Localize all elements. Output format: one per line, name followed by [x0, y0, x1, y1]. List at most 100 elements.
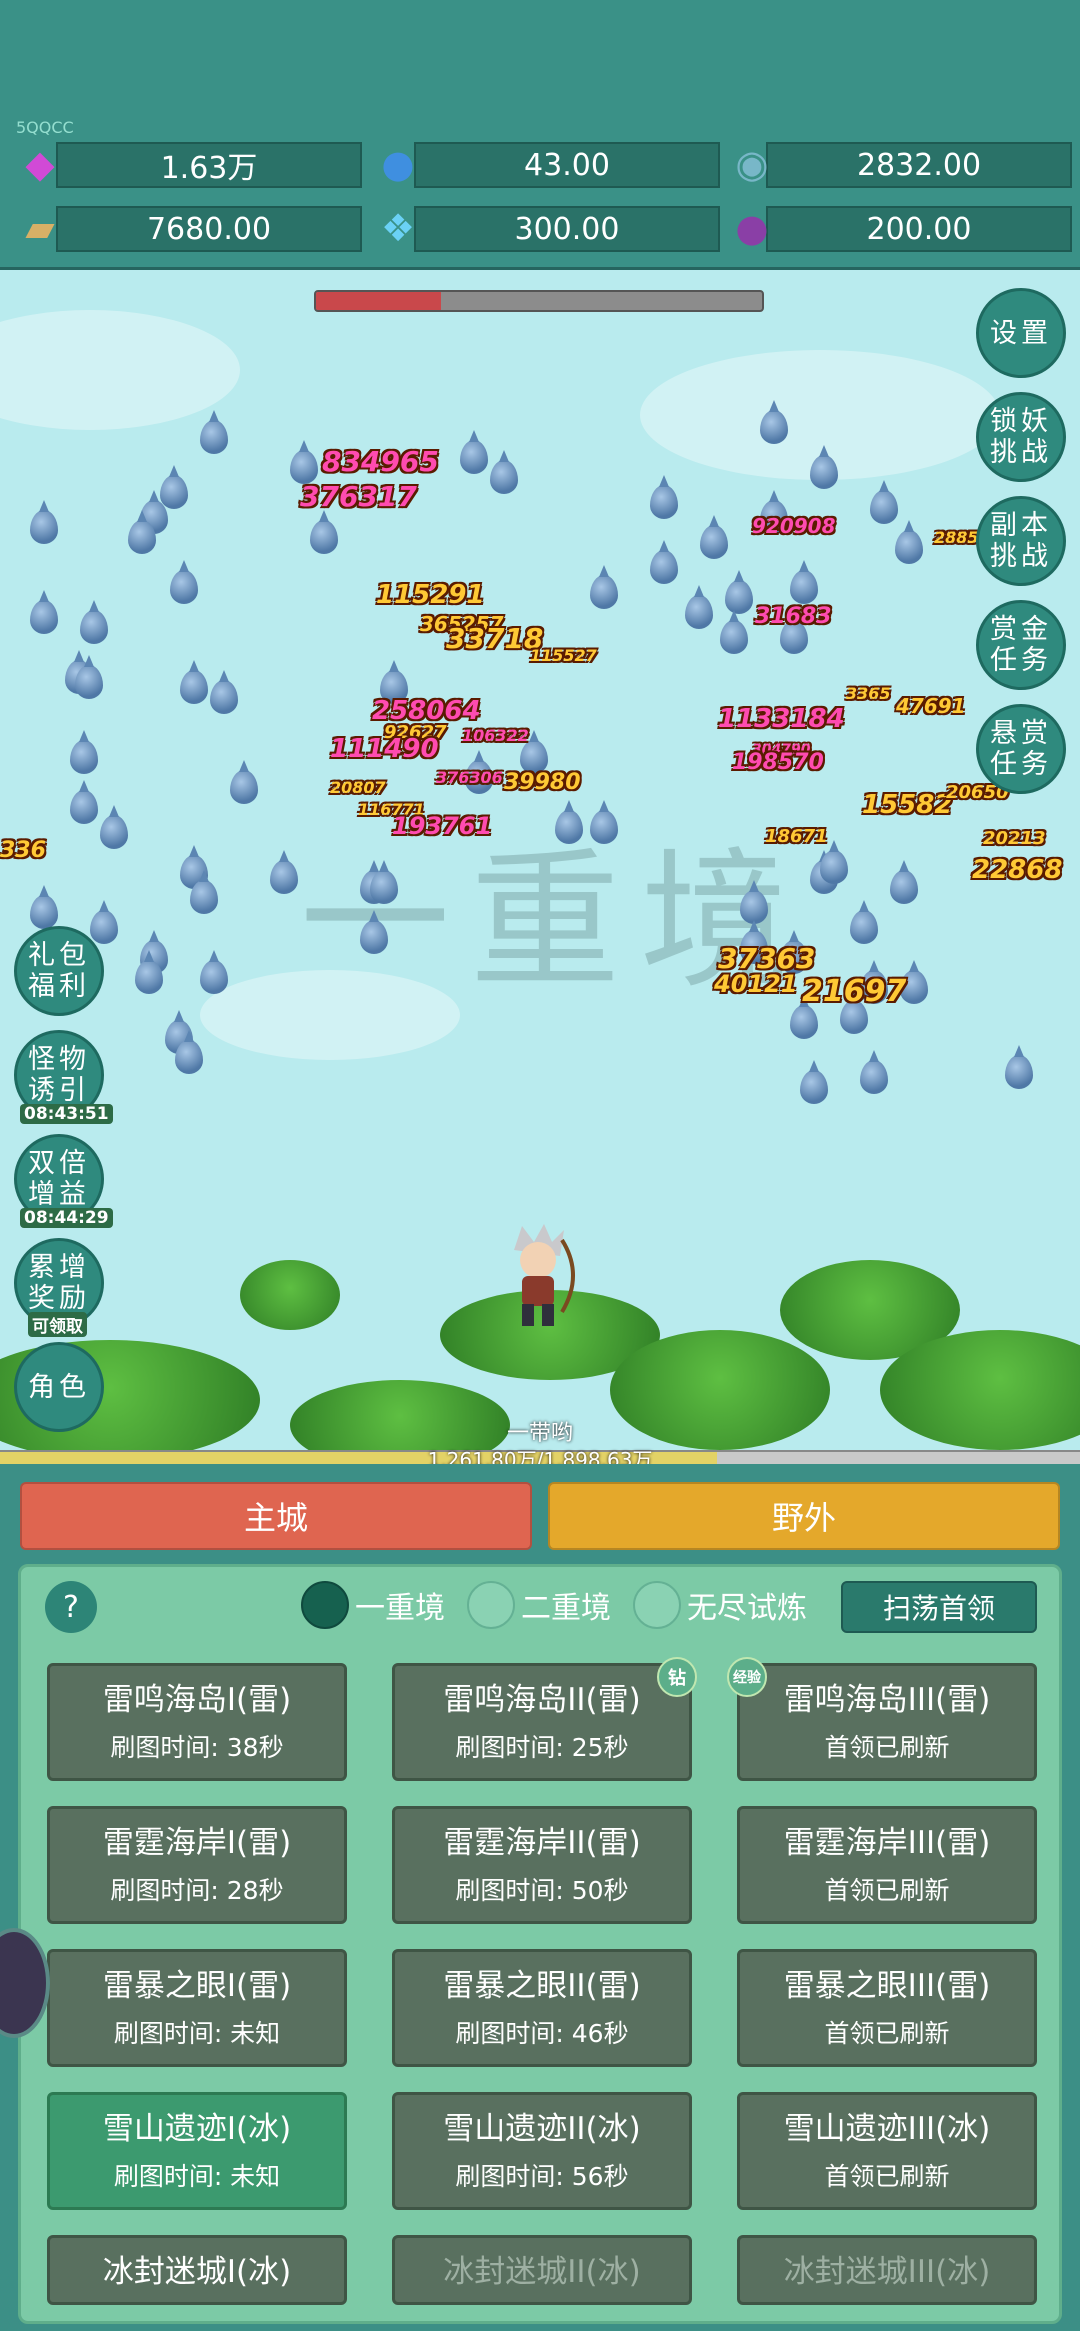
tab-main-city[interactable]: 主城: [20, 1482, 532, 1550]
stage-card[interactable]: 雷霆海岸I(雷) 刷图时间: 28秒: [47, 1806, 347, 1924]
stage-title: 雷暴之眼II(雷): [443, 1968, 641, 2004]
stage-card[interactable]: 雷暴之眼III(雷) 首领已刷新: [737, 1949, 1037, 2067]
settings-button[interactable]: 设置: [976, 288, 1066, 378]
monster-lure-timer: 08:43:51: [20, 1104, 113, 1124]
damage-number: 336: [0, 838, 46, 863]
stage-card[interactable]: 雷鸣海岛I(雷) 刷图时间: 38秒: [47, 1663, 347, 1781]
scroll-counter: 7680.00: [56, 206, 362, 252]
stage-title: 雪山遗迹II(冰): [443, 2111, 641, 2147]
stage-detail: 刷图时间: 25秒: [455, 1733, 629, 1762]
pouch-value: 200.00: [866, 211, 972, 247]
water-drop-monster: [100, 805, 128, 849]
ice-value: 300.00: [514, 211, 620, 247]
help-button[interactable]: ?: [45, 1581, 97, 1633]
water-drop-monster: [555, 800, 583, 844]
purple-gem-icon: ◆: [25, 142, 55, 186]
water-drop-monster: [230, 760, 258, 804]
tab-wild[interactable]: 野外: [548, 1482, 1060, 1550]
water-drop-monster: [895, 520, 923, 564]
stage-detail: 首领已刷新: [824, 2162, 950, 2191]
stage-card[interactable]: 雷霆海岸II(雷) 刷图时间: 50秒: [392, 1806, 692, 1924]
water-drop-monster: [175, 1030, 203, 1074]
damage-number: 20807: [330, 778, 386, 797]
dungeon-challenge-button[interactable]: 副本 挑战: [976, 496, 1066, 586]
sweep-boss-button[interactable]: 扫荡首领: [841, 1581, 1037, 1633]
water-drop-monster: [310, 510, 338, 554]
damage-number: 40121: [714, 970, 798, 998]
stage-detail: 首领已刷新: [824, 1733, 950, 1762]
water-drop-monster: [160, 465, 188, 509]
damage-number: 920908: [752, 514, 836, 538]
realm-option-3[interactable]: 无尽试炼: [633, 1579, 807, 1631]
water-drop-monster: [760, 400, 788, 444]
stage-title: 冰封迷城I(冰): [102, 2254, 292, 2290]
damage-number: 2885: [934, 528, 979, 547]
water-drop-monster: [860, 1050, 888, 1094]
realm-option-1[interactable]: 一重境: [301, 1579, 445, 1631]
stage-title: 雷鸣海岛III(雷): [783, 1682, 991, 1718]
stage-title: 雷鸣海岛II(雷): [443, 1682, 641, 1718]
stage-card[interactable]: 雷暴之眼II(雷) 刷图时间: 46秒: [392, 1949, 692, 2067]
bush: [610, 1330, 830, 1450]
damage-number: 21697: [802, 974, 907, 1009]
blue-orb-icon: ●: [381, 142, 415, 186]
gem-value: 1.63万: [160, 151, 258, 186]
diamond-badge: 钻: [657, 1657, 697, 1697]
stage-card[interactable]: 雷鸣海岛II(雷) 刷图时间: 25秒: [392, 1663, 692, 1781]
water-drop-monster: [720, 610, 748, 654]
stage-card[interactable]: 冰封迷城II(冰): [392, 2235, 692, 2305]
crystal-counter: 2832.00: [766, 142, 1072, 188]
stage-detail: 刷图时间: 56秒: [455, 2162, 629, 2191]
main-tabs: 主城 野外: [0, 1464, 1080, 1564]
stage-card[interactable]: 雷鸣海岛III(雷) 首领已刷新: [737, 1663, 1037, 1781]
water-drop-monster: [370, 860, 398, 904]
stage-detail: 刷图时间: 28秒: [110, 1876, 284, 1905]
water-drop-monster: [800, 1060, 828, 1104]
stage-card[interactable]: 雪山遗迹I(冰) 刷图时间: 未知: [47, 2092, 347, 2210]
stage-card[interactable]: 雪山遗迹III(冰) 首领已刷新: [737, 2092, 1037, 2210]
ice-counter: 300.00: [414, 206, 720, 252]
gift-welfare-button[interactable]: 礼包 福利: [14, 926, 104, 1016]
player-character[interactable]: [492, 1220, 582, 1330]
cloud: [0, 310, 240, 430]
realm-option-2[interactable]: 二重境: [467, 1579, 611, 1631]
damage-number: 47691: [896, 694, 966, 718]
character-button[interactable]: 角色: [14, 1342, 104, 1432]
stage-title: 雷暴之眼I(雷): [102, 1968, 292, 2004]
water-drop-monster: [890, 860, 918, 904]
pouch-counter: 200.00: [766, 206, 1072, 252]
water-drop-monster: [650, 475, 678, 519]
stage-card[interactable]: 冰封迷城I(冰): [47, 2235, 347, 2305]
damage-number: 31683: [755, 604, 832, 629]
radio-selected-icon: [301, 1581, 349, 1629]
stage-card[interactable]: 冰封迷城III(冰): [737, 2235, 1037, 2305]
damage-number: 376317: [300, 480, 417, 513]
scroll-icon: ▰: [25, 206, 55, 250]
stage-detail: 首领已刷新: [824, 2019, 950, 2048]
damage-number: 18671: [765, 826, 828, 847]
stage-detail: 刷图时间: 未知: [113, 2019, 281, 2048]
battle-field[interactable]: 一重境 834965 376317 115291 365257 33718 115527 2…: [0, 270, 1080, 1460]
orb-counter: 43.00: [414, 142, 720, 188]
water-drop-monster: [30, 885, 58, 929]
damage-number: 198570: [732, 750, 824, 775]
bounty-task-button[interactable]: 赏金 任务: [976, 600, 1066, 690]
stage-card[interactable]: 雷霆海岸III(雷) 首领已刷新: [737, 1806, 1037, 1924]
server-tag: 5QQCC: [16, 118, 74, 137]
demon-lock-challenge-button[interactable]: 锁妖 挑战: [976, 392, 1066, 482]
stage-title: 雪山遗迹I(冰): [102, 2111, 292, 2147]
stage-card[interactable]: 雷暴之眼I(雷) 刷图时间: 未知: [47, 1949, 347, 2067]
water-drop-monster: [270, 850, 298, 894]
radio-empty-icon: [633, 1581, 681, 1629]
stage-title: 雪山遗迹III(冰): [783, 2111, 991, 2147]
wanted-task-button[interactable]: 悬赏 任务: [976, 704, 1066, 794]
water-drop-monster: [30, 590, 58, 634]
water-drop-monster: [590, 800, 618, 844]
water-drop-monster: [490, 450, 518, 494]
water-drop-monster: [70, 730, 98, 774]
water-drop-monster: [180, 660, 208, 704]
water-drop-monster: [70, 780, 98, 824]
globe-crystal-icon: ◉: [735, 142, 769, 186]
orb-value: 43.00: [524, 147, 610, 183]
stage-card[interactable]: 雪山遗迹II(冰) 刷图时间: 56秒: [392, 2092, 692, 2210]
